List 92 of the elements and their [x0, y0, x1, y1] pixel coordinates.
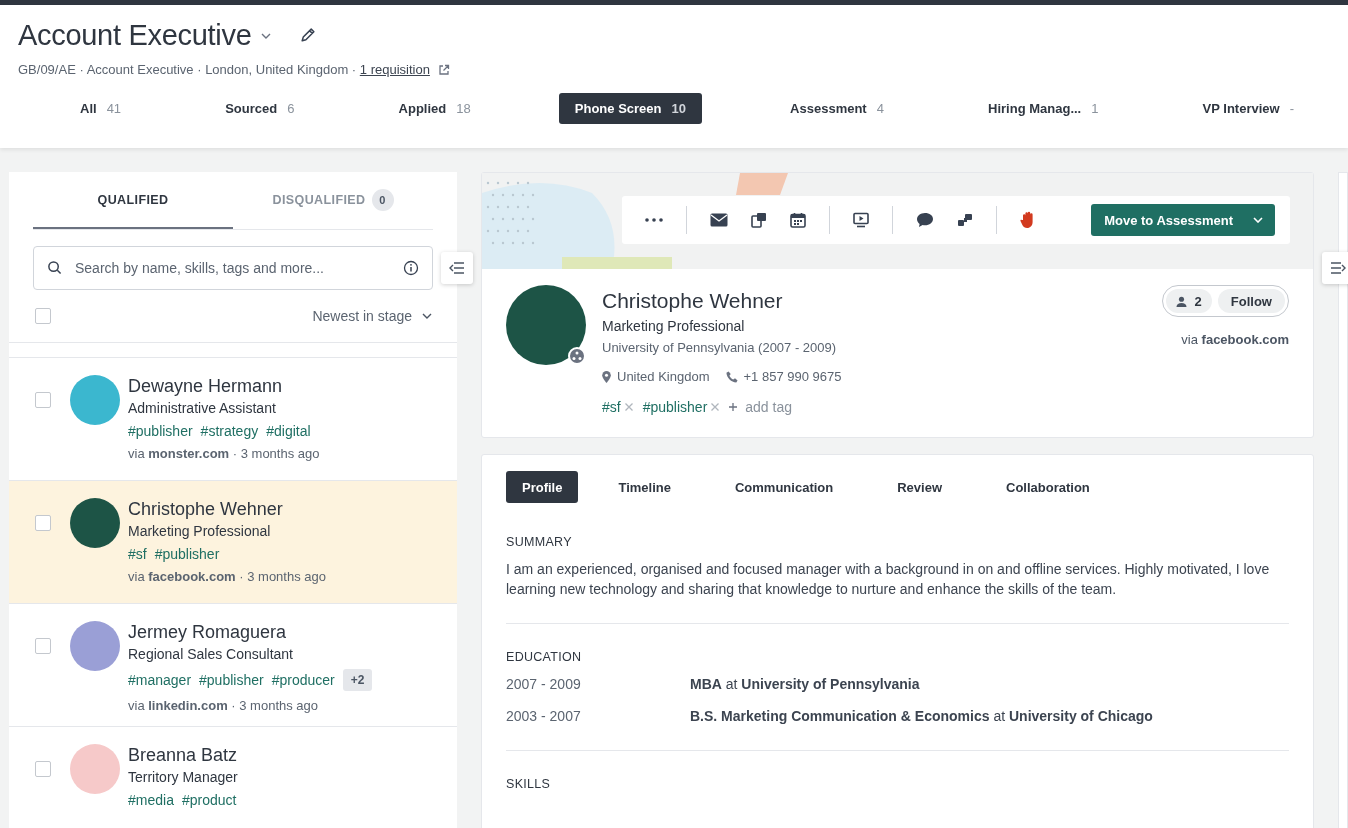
- share-badge-icon: [568, 347, 586, 365]
- expand-icon: [1330, 262, 1346, 274]
- list-tab[interactable]: DISQUALIFIED 0: [233, 172, 433, 229]
- candidate-location: United Kingdom: [617, 369, 710, 384]
- candidate-row[interactable]: Jermey Romaguera Regional Sales Consultant #manager #publisher #producer +2 via linkedin.com · 3 months ago: [9, 604, 457, 727]
- education-degree: MBA at University of Pennsylvania: [690, 675, 920, 694]
- search-field[interactable]: Search by name, skills, tags and more...: [33, 246, 433, 290]
- profile-tab[interactable]: Collaboration: [982, 471, 1114, 503]
- section-heading: EDUCATION: [506, 650, 583, 664]
- blocks-icon[interactable]: [957, 212, 973, 228]
- expand-button[interactable]: [1322, 252, 1348, 284]
- section-heading: SKILLS: [506, 777, 552, 791]
- job-title: Account Executive: [18, 19, 252, 52]
- calendar-icon[interactable]: [790, 212, 806, 228]
- copy-icon[interactable]: [751, 212, 767, 228]
- stage-tab[interactable]: Phone Screen 10: [558, 93, 702, 124]
- tag[interactable]: #manager: [128, 672, 192, 688]
- stage-tab[interactable]: Hiring Manag... 1: [972, 93, 1115, 124]
- move-stage-button[interactable]: Move to Assessment: [1091, 204, 1275, 236]
- candidate-name: Breanna Batz: [128, 744, 238, 766]
- candidate-row[interactable]: Christophe Wehner Marketing Professional #sf #publisher via facebook.com · 3 months ago: [9, 481, 457, 604]
- candidate-row[interactable]: Breanna Batz Territory Manager #media #product: [9, 727, 457, 828]
- stage-tab[interactable]: VP Interview -: [1186, 93, 1310, 124]
- info-icon[interactable]: [403, 260, 419, 276]
- candidate-checkbox[interactable]: [35, 515, 51, 531]
- search-icon: [47, 260, 62, 275]
- location-pin-icon: [602, 370, 611, 383]
- education-years: 2007 - 2009: [506, 675, 582, 694]
- candidate-title: Regional Sales Consultant: [128, 646, 293, 662]
- section-heading: SUMMARY: [506, 535, 573, 549]
- candidate-name: Dewayne Hermann: [128, 375, 283, 397]
- more-tags-badge[interactable]: +2: [342, 669, 373, 691]
- caret-icon[interactable]: [261, 32, 272, 39]
- collapse-icon: [449, 262, 465, 274]
- candidate-phone: +1 857 990 9675: [743, 369, 842, 384]
- candidate-source: via facebook.com: [1181, 332, 1289, 347]
- person-icon: [1175, 295, 1187, 307]
- tag[interactable]: #producer: [271, 672, 335, 688]
- profile-tab[interactable]: Timeline: [594, 471, 695, 503]
- followers-button[interactable]: 2: [1165, 289, 1212, 313]
- select-all-checkbox[interactable]: [35, 308, 51, 324]
- caret-icon: [422, 313, 432, 319]
- profile-tab[interactable]: Review: [873, 471, 967, 503]
- candidate-source: via linkedin.com · 3 months ago: [128, 698, 319, 713]
- candidate-title: Marketing Professional: [128, 523, 271, 539]
- sort-dropdown[interactable]: Newest in stage: [312, 308, 432, 324]
- candidate-source: via facebook.com · 3 months ago: [128, 569, 326, 584]
- stage-tab[interactable]: Assessment 4: [774, 93, 900, 124]
- requisition-link[interactable]: 1 requisition: [359, 62, 430, 77]
- tag[interactable]: #product: [181, 792, 237, 808]
- candidate-education: University of Pennsylvania (2007 - 2009): [602, 340, 837, 355]
- more-icon[interactable]: [645, 218, 663, 222]
- plus-icon: [729, 403, 738, 411]
- candidate-name: Christophe Wehner: [128, 498, 283, 520]
- candidate-title: Territory Manager: [128, 769, 238, 785]
- summary-text: I am an experienced, organised and focused manager with a background in on and offline services. Highly motivated, I love learning new technology and sharing that knowledge to nurture and enhance the skills of the team.: [506, 560, 1271, 599]
- stage-tab[interactable]: Sourced 6: [209, 93, 311, 124]
- tag[interactable]: #strategy: [200, 423, 259, 439]
- profile-tab[interactable]: Profile: [506, 471, 579, 503]
- stage-tab[interactable]: Applied 18: [382, 93, 487, 124]
- comment-icon[interactable]: [916, 212, 934, 228]
- tag[interactable]: #media: [128, 792, 174, 808]
- candidate-name: Jermey Romaguera: [128, 621, 287, 643]
- tag[interactable]: #publisher: [199, 672, 264, 688]
- candidate-checkbox[interactable]: [35, 392, 51, 408]
- tag[interactable]: #sf: [128, 546, 147, 562]
- candidate-checkbox[interactable]: [35, 638, 51, 654]
- external-link-icon[interactable]: [437, 63, 450, 76]
- education-degree: B.S. Marketing Communication & Economics at University of Chicago: [690, 707, 1153, 726]
- tag[interactable]: #publisher: [154, 546, 220, 562]
- candidate-checkbox[interactable]: [35, 761, 51, 777]
- candidate-headline: Marketing Professional: [602, 318, 745, 334]
- tag[interactable]: #publisher: [128, 423, 193, 439]
- candidate-title: Administrative Assistant: [128, 400, 276, 416]
- edit-icon[interactable]: [299, 27, 317, 44]
- candidate-source: via monster.com · 3 months ago: [128, 446, 320, 461]
- tag[interactable]: #sf: [602, 399, 621, 415]
- job-meta: GB/09/AE · Account Executive · London, United Kingdom · 1 requisition: [18, 62, 430, 77]
- profile-tab[interactable]: Communication: [711, 471, 858, 503]
- list-tab[interactable]: QUALIFIED: [33, 172, 233, 229]
- email-icon[interactable]: [710, 213, 728, 227]
- education-years: 2003 - 2007: [506, 707, 582, 726]
- presentation-icon[interactable]: [853, 212, 869, 228]
- phone-icon: [725, 370, 738, 383]
- candidate-name: Christophe Wehner: [602, 288, 783, 314]
- collapse-button[interactable]: [441, 252, 473, 284]
- stage-tab[interactable]: All 41: [64, 93, 138, 124]
- tag[interactable]: #digital: [266, 423, 311, 439]
- caret-icon: [1253, 217, 1263, 223]
- tag[interactable]: #publisher: [642, 399, 708, 415]
- follow-button[interactable]: Follow: [1217, 289, 1285, 313]
- hand-icon[interactable]: [1020, 211, 1036, 229]
